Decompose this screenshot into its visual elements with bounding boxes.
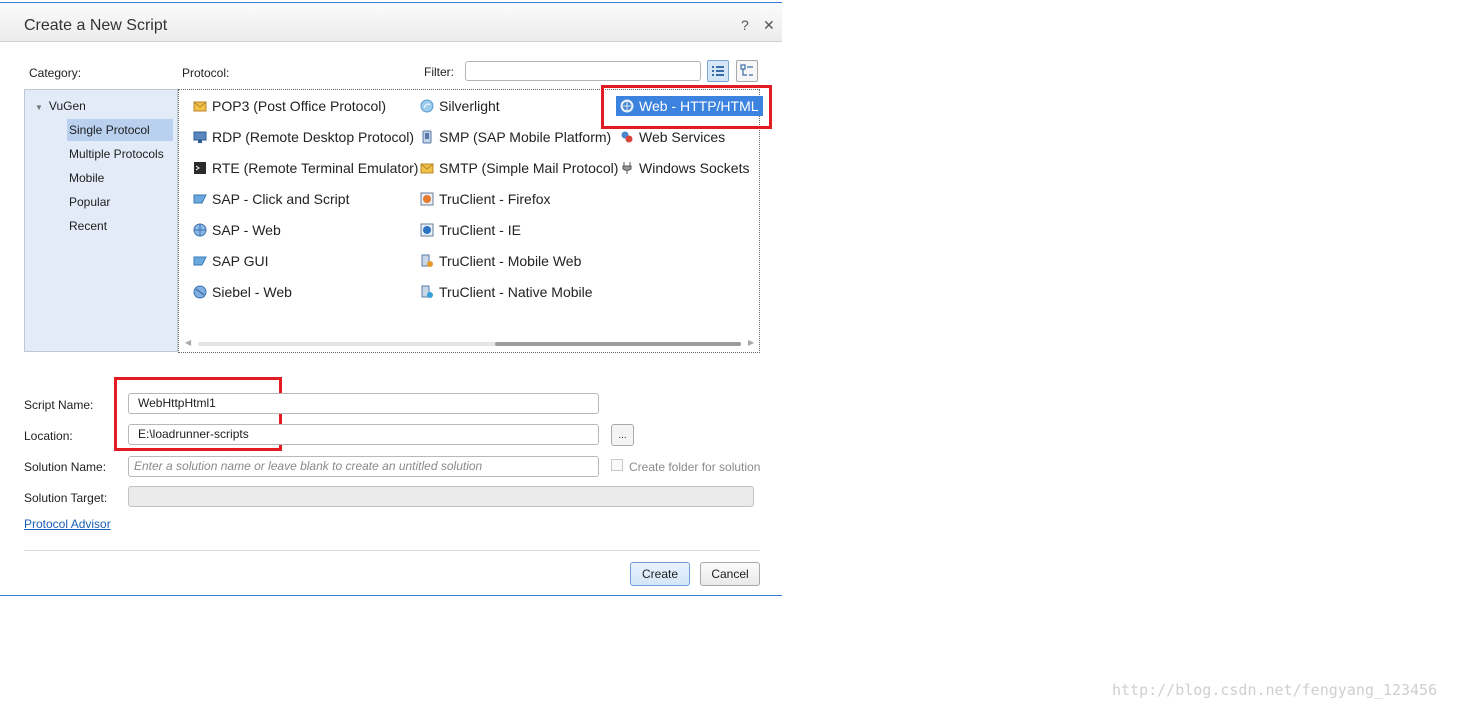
solution-target-label: Solution Target: bbox=[24, 491, 108, 505]
protocol-item-web-services[interactable]: Web Services bbox=[620, 127, 729, 147]
mail-server-icon bbox=[193, 101, 207, 112]
protocol-item-rdp[interactable]: RDP (Remote Desktop Protocol) bbox=[193, 127, 418, 147]
protocol-item-truclient-firefox[interactable]: TruClient - Firefox bbox=[420, 189, 555, 209]
create-folder-label: Create folder for solution bbox=[629, 460, 761, 474]
protocol-item-pop3[interactable]: POP3 (Post Office Protocol) bbox=[193, 96, 390, 116]
category-panel: ▼ VuGen Single Protocol Multiple Protocol… bbox=[24, 89, 178, 352]
create-folder-checkbox[interactable] bbox=[611, 459, 623, 471]
category-item-popular[interactable]: Popular bbox=[67, 191, 112, 213]
browse-button[interactable]: ... bbox=[611, 424, 634, 446]
category-tree-root[interactable]: ▼ VuGen bbox=[35, 99, 86, 113]
watermark-text: http://blog.csdn.net/fengyang_123456 bbox=[1112, 681, 1438, 699]
dialog-title: Create a New Script bbox=[24, 17, 168, 34]
scroll-right-icon[interactable]: ▶ bbox=[748, 338, 754, 347]
protocol-item-siebel-web[interactable]: Siebel - Web bbox=[193, 282, 296, 302]
protocol-item-truclient-ie[interactable]: TruClient - IE bbox=[420, 220, 525, 240]
category-item-single-protocol[interactable]: Single Protocol bbox=[67, 119, 173, 141]
detail-view-icon bbox=[740, 64, 753, 76]
list-view-button[interactable] bbox=[707, 60, 729, 82]
script-name-label: Script Name: bbox=[24, 398, 94, 412]
detail-view-button[interactable] bbox=[736, 60, 758, 82]
dialog-bottom-border bbox=[0, 595, 782, 596]
web-services-icon bbox=[621, 131, 633, 143]
truclient-firefox-icon bbox=[420, 192, 434, 206]
close-icon[interactable]: ✕ bbox=[763, 17, 775, 34]
protocol-item-smp[interactable]: SMP (SAP Mobile Platform) bbox=[420, 127, 615, 147]
truclient-ie-icon bbox=[420, 223, 434, 237]
location-label: Location: bbox=[24, 429, 73, 443]
truclient-mobile-icon bbox=[421, 254, 433, 267]
category-item-recent[interactable]: Recent bbox=[67, 215, 109, 237]
expand-triangle-icon[interactable]: ▼ bbox=[35, 103, 43, 112]
sap-icon bbox=[193, 194, 207, 204]
category-item-mobile[interactable]: Mobile bbox=[67, 167, 106, 189]
protocol-item-rte[interactable]: RTE (Remote Terminal Emulator) bbox=[193, 158, 422, 178]
protocol-item-truclient-native-mobile[interactable]: TruClient - Native Mobile bbox=[420, 282, 597, 302]
filter-label: Filter: bbox=[424, 65, 454, 79]
silverlight-icon bbox=[420, 99, 434, 113]
footer-separator bbox=[24, 550, 760, 551]
scroll-left-icon[interactable]: ◀ bbox=[185, 338, 191, 347]
terminal-icon bbox=[194, 162, 206, 174]
protocol-label: Protocol: bbox=[182, 66, 230, 80]
category-item-multiple-protocols[interactable]: Multiple Protocols bbox=[67, 143, 166, 165]
highlight-box-protocol bbox=[601, 85, 772, 129]
horizontal-scrollbar[interactable] bbox=[198, 342, 741, 346]
scrollbar-thumb[interactable] bbox=[495, 342, 741, 346]
category-root-label: VuGen bbox=[48, 99, 86, 113]
protocol-item-sap-click-script[interactable]: SAP - Click and Script bbox=[193, 189, 353, 209]
protocol-item-silverlight[interactable]: Silverlight bbox=[420, 96, 504, 116]
solution-name-label: Solution Name: bbox=[24, 460, 107, 474]
filter-input[interactable] bbox=[465, 61, 701, 81]
monitor-icon bbox=[193, 131, 207, 143]
protocol-item-windows-sockets[interactable]: Windows Sockets bbox=[620, 158, 753, 178]
create-script-dialog: Create a New Script ? ✕ Category: Protoc… bbox=[0, 0, 782, 597]
solution-target-input bbox=[128, 486, 754, 507]
title-bar: Create a New Script ? ✕ bbox=[0, 3, 782, 42]
location-input[interactable]: E:\loadrunner-scripts bbox=[128, 424, 599, 445]
solution-name-input[interactable]: Enter a solution name or leave blank to … bbox=[128, 456, 599, 477]
globe-icon bbox=[193, 223, 207, 237]
protocol-advisor-link[interactable]: Protocol Advisor bbox=[24, 517, 111, 531]
mail-icon bbox=[420, 163, 434, 174]
protocol-item-sap-gui[interactable]: SAP GUI bbox=[193, 251, 273, 271]
sap-icon bbox=[193, 256, 207, 266]
mobile-device-icon bbox=[422, 130, 432, 144]
protocol-item-truclient-mobile-web[interactable]: TruClient - Mobile Web bbox=[420, 251, 585, 271]
globe-icon bbox=[193, 285, 207, 299]
category-label: Category: bbox=[29, 66, 82, 80]
list-view-icon bbox=[712, 66, 724, 76]
create-button[interactable]: Create bbox=[630, 562, 690, 586]
help-icon[interactable]: ? bbox=[741, 17, 749, 33]
truclient-native-mobile-icon bbox=[421, 285, 433, 298]
cancel-button[interactable]: Cancel bbox=[700, 562, 760, 586]
protocol-item-sap-web[interactable]: SAP - Web bbox=[193, 220, 285, 240]
script-name-input[interactable]: WebHttpHtml1 bbox=[128, 393, 599, 414]
protocol-item-smtp[interactable]: SMTP (Simple Mail Protocol) bbox=[420, 158, 622, 178]
socket-plug-icon bbox=[622, 162, 632, 174]
